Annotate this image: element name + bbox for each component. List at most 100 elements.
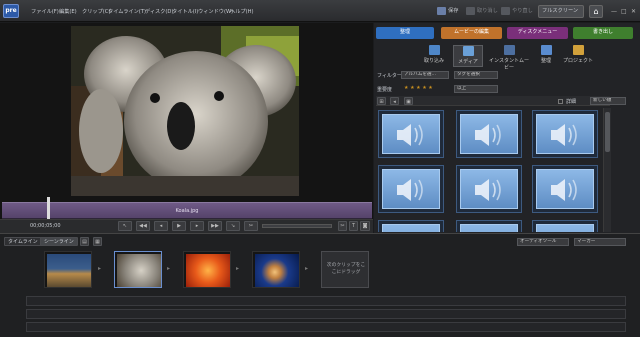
project-button[interactable]: プロジェクト: [561, 45, 595, 67]
clip-strip[interactable]: Koala.jpg: [2, 202, 372, 219]
sceneline-tool-button[interactable]: ▦: [93, 237, 102, 246]
menu-help[interactable]: ヘルプ(H): [230, 8, 254, 15]
transition-icon[interactable]: ▸: [98, 265, 101, 272]
save-icon: [437, 6, 446, 15]
menu-file[interactable]: ファイル(F): [31, 8, 59, 15]
redo-button[interactable]: やり直し: [501, 5, 533, 18]
trim-button[interactable]: ✂: [338, 221, 347, 231]
details-checkbox[interactable]: [558, 99, 563, 104]
menu-clip[interactable]: クリップ(C): [82, 8, 110, 15]
go-end-button[interactable]: ↘: [226, 221, 240, 231]
narration-track[interactable]: [26, 309, 626, 319]
audio-tools-select[interactable]: オーディオツール: [517, 238, 569, 246]
tag-select[interactable]: タグを選択: [454, 71, 498, 79]
snapshot-button[interactable]: ◙: [360, 221, 370, 231]
view-back-button[interactable]: ◂: [390, 97, 399, 105]
home-button[interactable]: ⌂: [589, 5, 603, 18]
menu-edit[interactable]: 編集(E): [59, 8, 77, 15]
text-button[interactable]: T: [349, 221, 358, 231]
preview-image: [71, 26, 299, 196]
menu-window[interactable]: ウィンドウ(W): [198, 8, 233, 15]
redo-icon: [501, 6, 510, 15]
media-tile[interactable]: [378, 165, 444, 213]
undo-icon: [466, 6, 475, 15]
menu-disc[interactable]: ディスク(D): [145, 8, 173, 15]
view-grid-button[interactable]: ⊞: [377, 97, 386, 105]
clip-thumbnail: [117, 254, 161, 287]
audio-track[interactable]: [26, 296, 626, 306]
speaker-icon: [460, 224, 518, 232]
tab-edit-movie[interactable]: ムービーの編集: [441, 27, 502, 39]
transition-icon[interactable]: ▸: [236, 265, 239, 272]
step-forward-button[interactable]: ▶▶: [208, 221, 222, 231]
media-tile[interactable]: [532, 220, 598, 232]
soundtrack-track[interactable]: [26, 322, 626, 332]
scene-clip-selected[interactable]: [114, 251, 162, 288]
media-tile[interactable]: [532, 110, 598, 158]
media-tile[interactable]: [456, 110, 522, 158]
media-tile[interactable]: [532, 165, 598, 213]
clip-thumbnail: [47, 254, 91, 287]
tab-timeline[interactable]: タイムライン: [4, 237, 42, 246]
tab-disc-menus[interactable]: ディスクメニュー: [507, 27, 568, 39]
markers-select[interactable]: マーカー: [574, 238, 626, 246]
media-tile[interactable]: [378, 110, 444, 158]
close-icon[interactable]: ✕: [631, 8, 636, 15]
split-button[interactable]: ✂: [244, 221, 258, 231]
organize-icon: [540, 45, 552, 55]
scene-clip[interactable]: [44, 251, 92, 288]
film-icon: [503, 45, 515, 55]
tab-share[interactable]: 書き出し: [573, 27, 633, 39]
organize-button[interactable]: 整理: [531, 45, 561, 67]
maximize-icon[interactable]: □: [621, 8, 627, 15]
menu-title[interactable]: タイトル(I): [172, 8, 198, 15]
menu-timeline[interactable]: タイムライン(T): [108, 8, 146, 15]
speaker-icon: [382, 224, 440, 232]
instant-movie-button[interactable]: インスタントムービー: [487, 45, 531, 71]
media-grid: [376, 108, 600, 232]
play-button[interactable]: ▶: [172, 221, 186, 231]
clip-thumbnail: [186, 254, 230, 287]
media-button[interactable]: メディア: [453, 45, 483, 67]
speaker-icon: [536, 169, 594, 209]
fullscreen-button[interactable]: フルスクリーン: [538, 5, 584, 18]
album-select[interactable]: アルバムを選...: [401, 71, 449, 79]
sort-select[interactable]: 新しい順: [590, 97, 626, 105]
speaker-icon: [536, 114, 594, 154]
go-start-button[interactable]: ↖: [118, 221, 132, 231]
forward-button[interactable]: ▸: [190, 221, 204, 231]
scene-clip[interactable]: [252, 251, 300, 288]
tab-organize[interactable]: 整理: [376, 27, 434, 39]
rating-stars[interactable]: ★ ★ ★ ★ ★: [404, 85, 433, 91]
transition-icon[interactable]: ▸: [167, 265, 170, 272]
rewind-button[interactable]: ◂: [154, 221, 168, 231]
rating-label: 重要度: [377, 87, 393, 93]
project-icon: [572, 45, 584, 55]
clip-thumbnail: [255, 254, 299, 287]
scene-drop-target[interactable]: 次のクリップをここにドラッグ: [321, 251, 369, 288]
scene-clip[interactable]: [183, 251, 231, 288]
media-tile[interactable]: [456, 220, 522, 232]
undo-button[interactable]: 取り消し: [466, 5, 498, 18]
speaker-icon: [382, 114, 440, 154]
speaker-icon: [382, 169, 440, 209]
details-label: 詳細: [566, 99, 577, 105]
step-back-button[interactable]: ◀◀: [136, 221, 150, 231]
media-tile[interactable]: [378, 220, 444, 232]
tab-sceneline[interactable]: シーンライン: [40, 237, 78, 246]
save-button[interactable]: 保存: [437, 5, 458, 18]
home-icon: ⌂: [593, 7, 599, 16]
get-media-button[interactable]: 取り込み: [419, 45, 449, 67]
speaker-icon: [460, 114, 518, 154]
zoom-slider[interactable]: [262, 224, 332, 228]
view-folder-button[interactable]: ▣: [404, 97, 413, 105]
media-scrollbar[interactable]: [603, 108, 611, 232]
minimize-icon[interactable]: —: [611, 8, 617, 15]
sceneline-tool-button[interactable]: ▤: [80, 237, 89, 246]
import-icon: [428, 45, 440, 55]
scroll-thumb[interactable]: [605, 112, 610, 152]
speaker-icon: [536, 224, 594, 232]
transition-icon[interactable]: ▸: [305, 265, 308, 272]
rating-condition-select[interactable]: 以上: [454, 85, 498, 93]
media-tile[interactable]: [456, 165, 522, 213]
